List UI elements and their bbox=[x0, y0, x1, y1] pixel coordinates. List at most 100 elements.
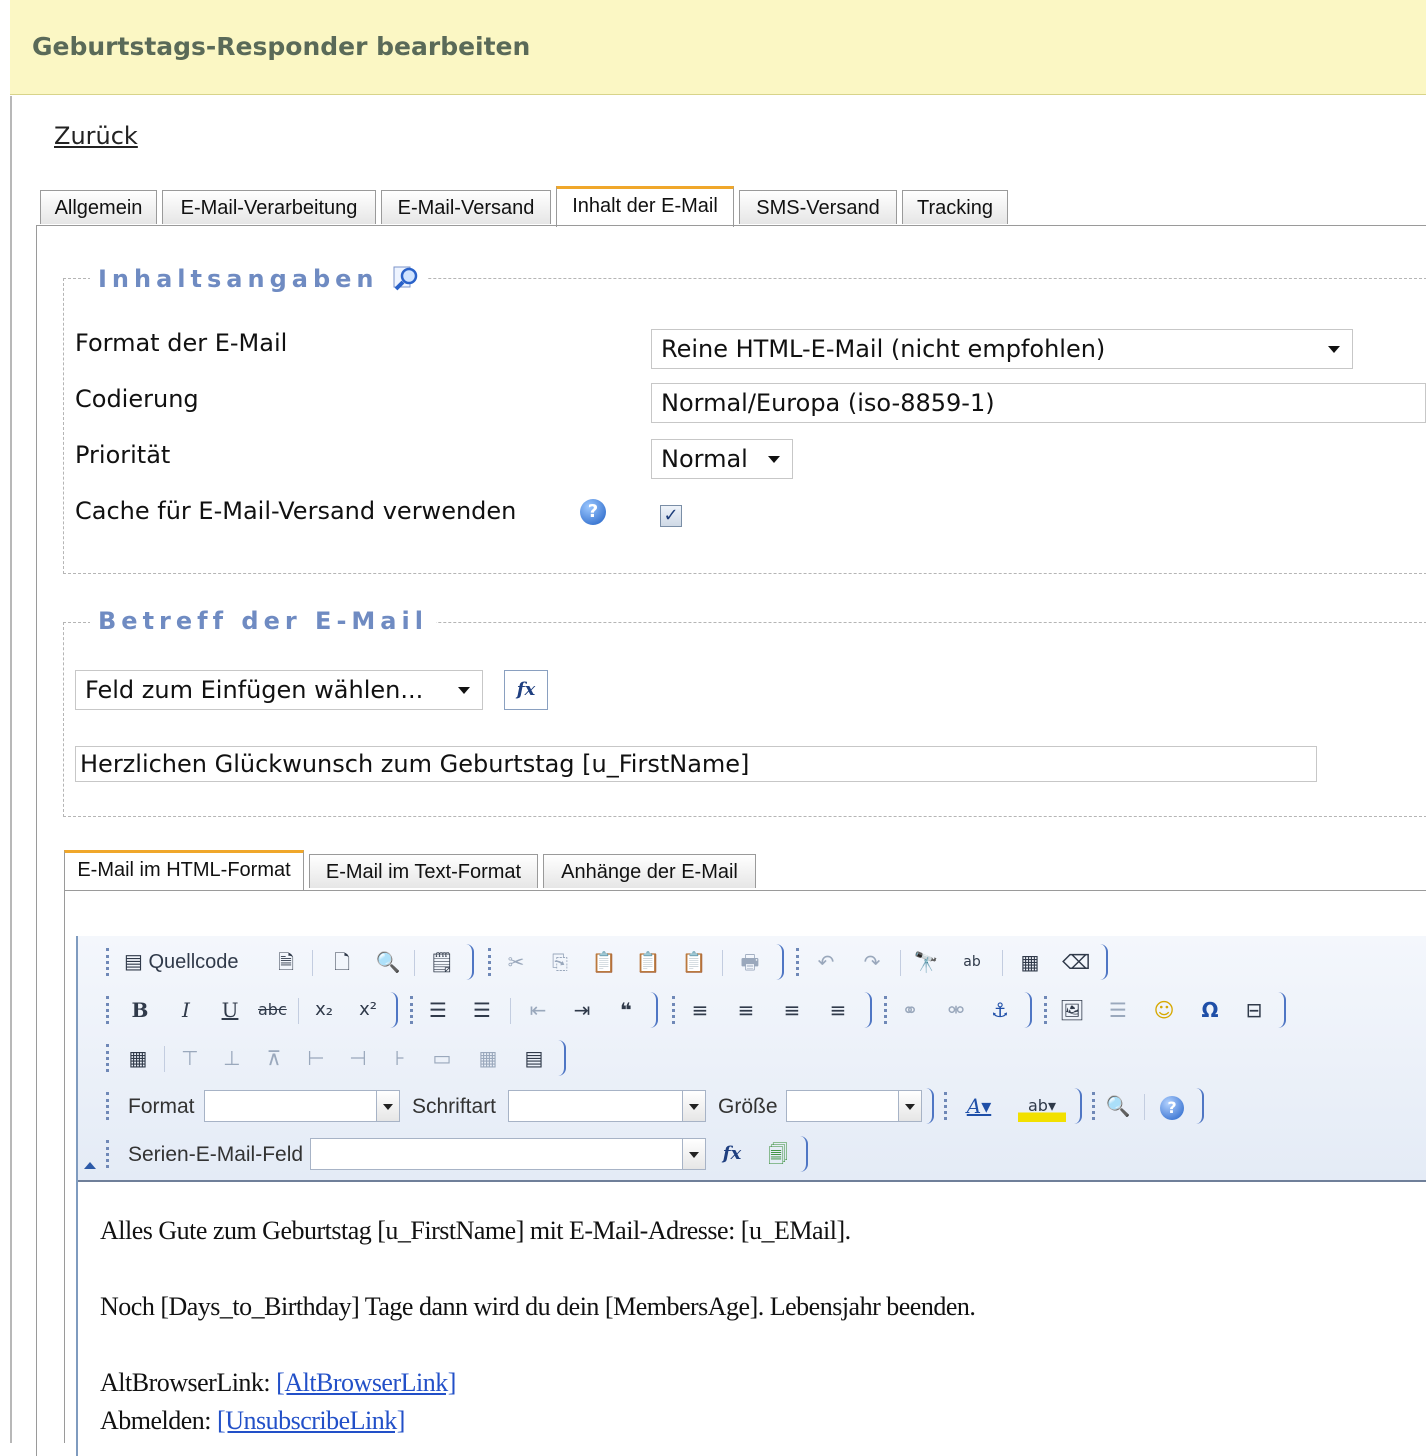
subject-input[interactable]: Herzlichen Glückwunsch zum Geburtstag [u… bbox=[75, 746, 1317, 782]
redo-icon[interactable]: ↷ bbox=[858, 946, 886, 978]
strikethrough-icon[interactable]: abc bbox=[258, 994, 287, 1026]
delete-row-icon[interactable]: ⊼ bbox=[260, 1042, 288, 1074]
remove-format-icon[interactable]: ⌫ bbox=[1062, 946, 1090, 978]
about-help-icon[interactable]: ? bbox=[1158, 1090, 1186, 1122]
special-char-icon[interactable]: Ω bbox=[1196, 994, 1224, 1026]
chevron-down-icon bbox=[376, 1091, 399, 1121]
chevron-down-icon bbox=[682, 1139, 705, 1169]
help-icon[interactable]: ? bbox=[580, 499, 606, 525]
field-insert-select[interactable]: Feld zum Einfügen wählen... bbox=[75, 670, 483, 710]
toolbar-group-end bbox=[464, 944, 474, 980]
tab-text-format[interactable]: E-Mail im Text-Format bbox=[309, 854, 538, 888]
undo-icon[interactable]: ↶ bbox=[812, 946, 840, 978]
save-template-icon[interactable]: 🗎 bbox=[272, 946, 300, 978]
tab-inhalt-der-email[interactable]: Inhalt der E-Mail bbox=[556, 186, 734, 227]
page-border bbox=[10, 96, 12, 1443]
toolbar-grip bbox=[410, 996, 416, 1024]
horizontal-rule-icon[interactable]: ☰ bbox=[1104, 994, 1132, 1026]
toolbar-grip bbox=[672, 996, 678, 1024]
prioritaet-select[interactable]: Normal bbox=[651, 439, 793, 479]
search-preview-icon[interactable] bbox=[392, 263, 420, 291]
table-icon[interactable]: ▦ bbox=[124, 1042, 152, 1074]
chevron-down-icon bbox=[898, 1091, 921, 1121]
page-title: Geburtstags-Responder bearbeiten bbox=[32, 32, 531, 61]
insert-function-button[interactable]: fx bbox=[504, 670, 548, 710]
toolbar-grip bbox=[106, 1044, 112, 1072]
blockquote-icon[interactable]: ❝ bbox=[612, 994, 640, 1026]
align-left-icon[interactable]: ≡ bbox=[686, 994, 714, 1026]
format-combo[interactable] bbox=[204, 1090, 400, 1122]
background-color-icon[interactable]: ab▾ bbox=[1018, 1090, 1066, 1122]
bullet-list-icon[interactable]: ☰ bbox=[468, 994, 496, 1026]
toolbar-grip bbox=[944, 1092, 950, 1120]
text-color-icon[interactable]: A▾ bbox=[956, 1090, 1002, 1122]
subscript-icon[interactable]: x₂ bbox=[310, 994, 338, 1026]
justify-icon[interactable]: ≡ bbox=[824, 994, 852, 1026]
italic-icon[interactable]: I bbox=[172, 994, 200, 1026]
merge-cells-icon[interactable]: ▭ bbox=[428, 1042, 456, 1074]
image-icon[interactable]: 🖼 bbox=[1058, 994, 1086, 1026]
insert-row-before-icon[interactable]: ⊤ bbox=[176, 1042, 204, 1074]
tab-sms-versand[interactable]: SMS-Versand bbox=[739, 190, 897, 224]
delete-column-icon[interactable]: ⊦ bbox=[386, 1042, 414, 1074]
font-combo-label: Schriftart bbox=[412, 1095, 497, 1118]
betreff-fieldset bbox=[63, 622, 1426, 817]
toolbar-separator bbox=[1002, 950, 1003, 976]
insert-column-icon[interactable]: ⊢ bbox=[302, 1042, 330, 1074]
numbered-list-icon[interactable]: ☰ bbox=[424, 994, 452, 1026]
insert-field-icon[interactable]: 🗐 bbox=[764, 1138, 792, 1170]
size-combo[interactable] bbox=[786, 1090, 922, 1122]
preview-zoom-icon[interactable]: 🔍 bbox=[1104, 1090, 1132, 1122]
cell-properties-icon[interactable]: ▤ bbox=[520, 1042, 548, 1074]
merge-field-combo[interactable] bbox=[310, 1138, 706, 1170]
cut-icon[interactable]: ✂ bbox=[502, 946, 530, 978]
alt-browser-link[interactable]: [AltBrowserLink] bbox=[276, 1368, 456, 1397]
tab-allgemein[interactable]: Allgemein bbox=[40, 190, 157, 224]
tab-email-versand[interactable]: E-Mail-Versand bbox=[381, 190, 551, 224]
superscript-icon[interactable]: x² bbox=[354, 994, 382, 1026]
codierung-field[interactable]: Normal/Europa (iso-8859-1) bbox=[651, 383, 1426, 423]
split-cells-icon[interactable]: ▦ bbox=[474, 1042, 502, 1074]
paste-word-icon[interactable]: 📋 bbox=[680, 946, 708, 978]
tab-tracking[interactable]: Tracking bbox=[902, 190, 1008, 224]
toolbar-separator bbox=[900, 950, 901, 976]
select-all-icon[interactable]: ▦ bbox=[1016, 946, 1044, 978]
smiley-icon[interactable]: ☺ bbox=[1150, 994, 1178, 1026]
outdent-icon[interactable]: ⇤ bbox=[524, 994, 552, 1026]
insert-function-icon[interactable]: fx bbox=[718, 1138, 746, 1170]
paste-icon[interactable]: 📋 bbox=[590, 946, 618, 978]
print-icon[interactable]: 🖶 bbox=[736, 946, 764, 978]
new-page-icon[interactable]: 🗋 bbox=[328, 946, 356, 978]
tab-attachments[interactable]: Anhänge der E-Mail bbox=[543, 854, 756, 888]
align-center-icon[interactable]: ≡ bbox=[732, 994, 760, 1026]
insert-column-after-icon[interactable]: ⊣ bbox=[344, 1042, 372, 1074]
underline-icon[interactable]: U bbox=[216, 994, 244, 1026]
unlink-icon[interactable]: ⚮ bbox=[942, 994, 970, 1026]
page-break-icon[interactable]: ⊟ bbox=[1240, 994, 1268, 1026]
font-combo[interactable] bbox=[508, 1090, 706, 1122]
link-icon[interactable]: ⚭ bbox=[896, 994, 924, 1026]
replace-icon[interactable]: ab bbox=[958, 946, 986, 978]
format-select[interactable]: Reine HTML-E-Mail (nicht empfohlen) bbox=[651, 329, 1353, 369]
source-button[interactable]: ▤ Quellcode bbox=[124, 946, 264, 978]
codierung-label: Codierung bbox=[75, 385, 199, 413]
unsubscribe-link[interactable]: [UnsubscribeLink] bbox=[217, 1406, 405, 1435]
paste-text-icon[interactable]: 📋 bbox=[634, 946, 662, 978]
format-combo-label: Format bbox=[128, 1095, 195, 1118]
anchor-icon[interactable]: ⚓ bbox=[986, 994, 1014, 1026]
preview-icon[interactable]: 🔍 bbox=[374, 946, 402, 978]
tab-email-verarbeitung[interactable]: E-Mail-Verarbeitung bbox=[162, 190, 376, 224]
toolbar-row-1: ▤ Quellcode 🗎 🗋 🔍 🗒 ✂ ⎘ 📋 📋 📋 🖶 ↶ ↷ 🔭 ab bbox=[106, 942, 1426, 982]
cache-checkbox[interactable]: ✓ bbox=[660, 505, 682, 527]
indent-icon[interactable]: ⇥ bbox=[568, 994, 596, 1026]
bold-icon[interactable]: B bbox=[126, 994, 154, 1026]
source-icon: ▤ bbox=[124, 951, 143, 973]
copy-icon[interactable]: ⎘ bbox=[546, 946, 574, 978]
align-right-icon[interactable]: ≡ bbox=[778, 994, 806, 1026]
templates-icon[interactable]: 🗒 bbox=[428, 946, 456, 978]
find-icon[interactable]: 🔭 bbox=[912, 946, 940, 978]
back-link[interactable]: Zurück bbox=[54, 122, 138, 150]
collapse-toolbar-icon[interactable] bbox=[84, 1162, 96, 1169]
insert-row-after-icon[interactable]: ⊥ bbox=[218, 1042, 246, 1074]
tab-html-format[interactable]: E-Mail im HTML-Format bbox=[64, 850, 304, 891]
